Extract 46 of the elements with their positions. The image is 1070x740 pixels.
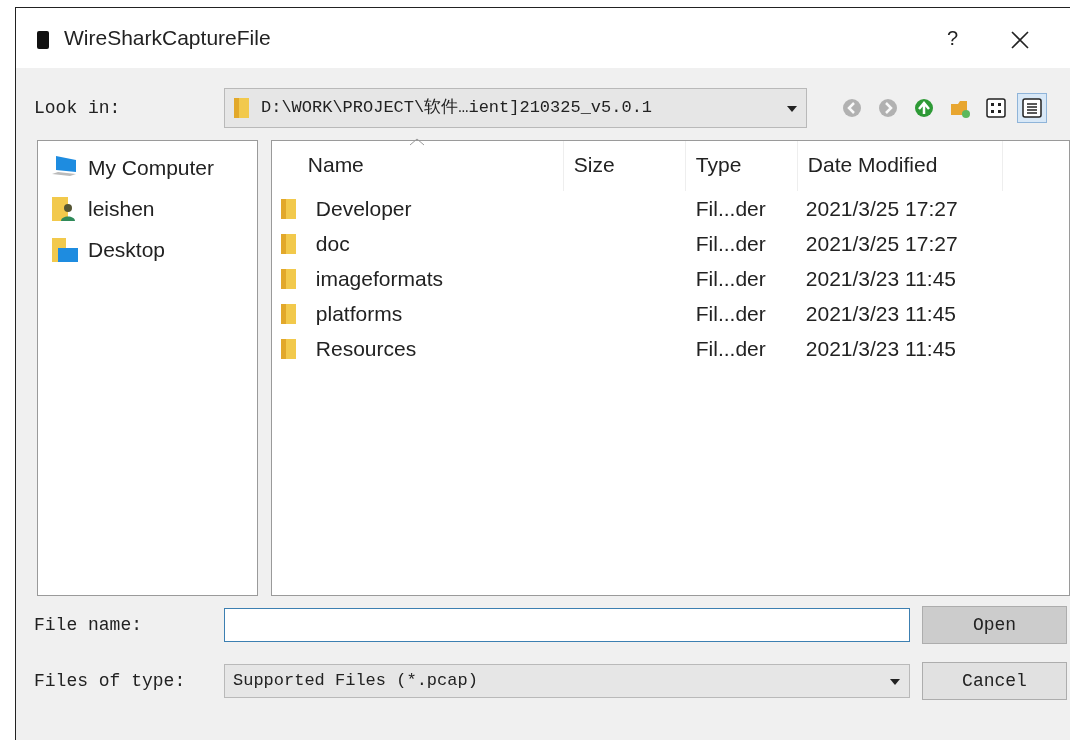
sidebar-item[interactable]: My Computer xyxy=(88,151,215,184)
type-cell-text: Fil...der xyxy=(694,265,767,292)
date-cell-text: 2021/3/25 17:27 xyxy=(804,230,958,257)
sidebar-item[interactable]: leishen xyxy=(88,192,155,225)
column-header[interactable]: Type xyxy=(685,141,798,191)
column-header[interactable]: Name xyxy=(271,141,564,191)
file-name[interactable]: imageformats xyxy=(315,262,443,295)
app-icon xyxy=(36,29,50,50)
list-view-icon xyxy=(1021,97,1043,119)
type-cell-text: Fil...der xyxy=(694,300,767,327)
folder-icon xyxy=(279,301,298,326)
file-name-label: File name: xyxy=(34,613,144,637)
window-title: WireSharkCaptureFile xyxy=(64,25,271,52)
type-cell-text: Fil...der xyxy=(694,335,767,362)
look-in-dropdown[interactable]: D:\WORK\PROJECT\软件…ient]210325_v5.0.1 xyxy=(224,88,807,128)
date-cell-text: 2021/3/23 11:45 xyxy=(804,265,957,292)
folder-icon xyxy=(279,336,298,361)
help-button[interactable]: ? xyxy=(946,23,958,53)
folder-icon xyxy=(279,196,298,221)
look-in-label: Look in: xyxy=(34,96,122,120)
column-header[interactable]: Date Modified xyxy=(797,141,1003,191)
file-name-field[interactable] xyxy=(224,608,910,642)
folder-icon xyxy=(279,231,298,256)
folder-icon xyxy=(279,266,298,291)
file-name[interactable]: doc xyxy=(315,227,350,260)
file-type-dropdown[interactable]: Supported Files (*.pcap) xyxy=(224,664,910,698)
file-name[interactable]: platforms xyxy=(315,297,403,330)
file-type-label: Files of type: xyxy=(34,669,187,693)
date-cell-text: 2021/3/23 11:45 xyxy=(804,300,957,327)
file-name[interactable]: Developer xyxy=(315,192,412,225)
date-cell-text: 2021/3/25 17:27 xyxy=(804,195,958,222)
type-cell-text: Fil...der xyxy=(694,230,767,257)
file-name[interactable]: Resources xyxy=(315,332,417,365)
grid-view-icon xyxy=(985,97,1007,119)
close-icon[interactable] xyxy=(1010,29,1030,50)
open-button[interactable]: Open xyxy=(922,606,1067,644)
caret-icon xyxy=(889,677,901,686)
cancel-button[interactable]: Cancel xyxy=(922,662,1067,700)
caret-icon xyxy=(786,104,798,113)
column-header[interactable]: Size xyxy=(563,141,686,191)
list-view-button[interactable] xyxy=(1017,93,1047,123)
sidebar-item[interactable]: Desktop xyxy=(88,233,166,266)
date-cell-text: 2021/3/23 11:45 xyxy=(804,335,957,362)
type-cell-text: Fil...der xyxy=(694,195,767,222)
folder-icon xyxy=(233,96,251,121)
desktop-folder-icon xyxy=(50,235,80,264)
